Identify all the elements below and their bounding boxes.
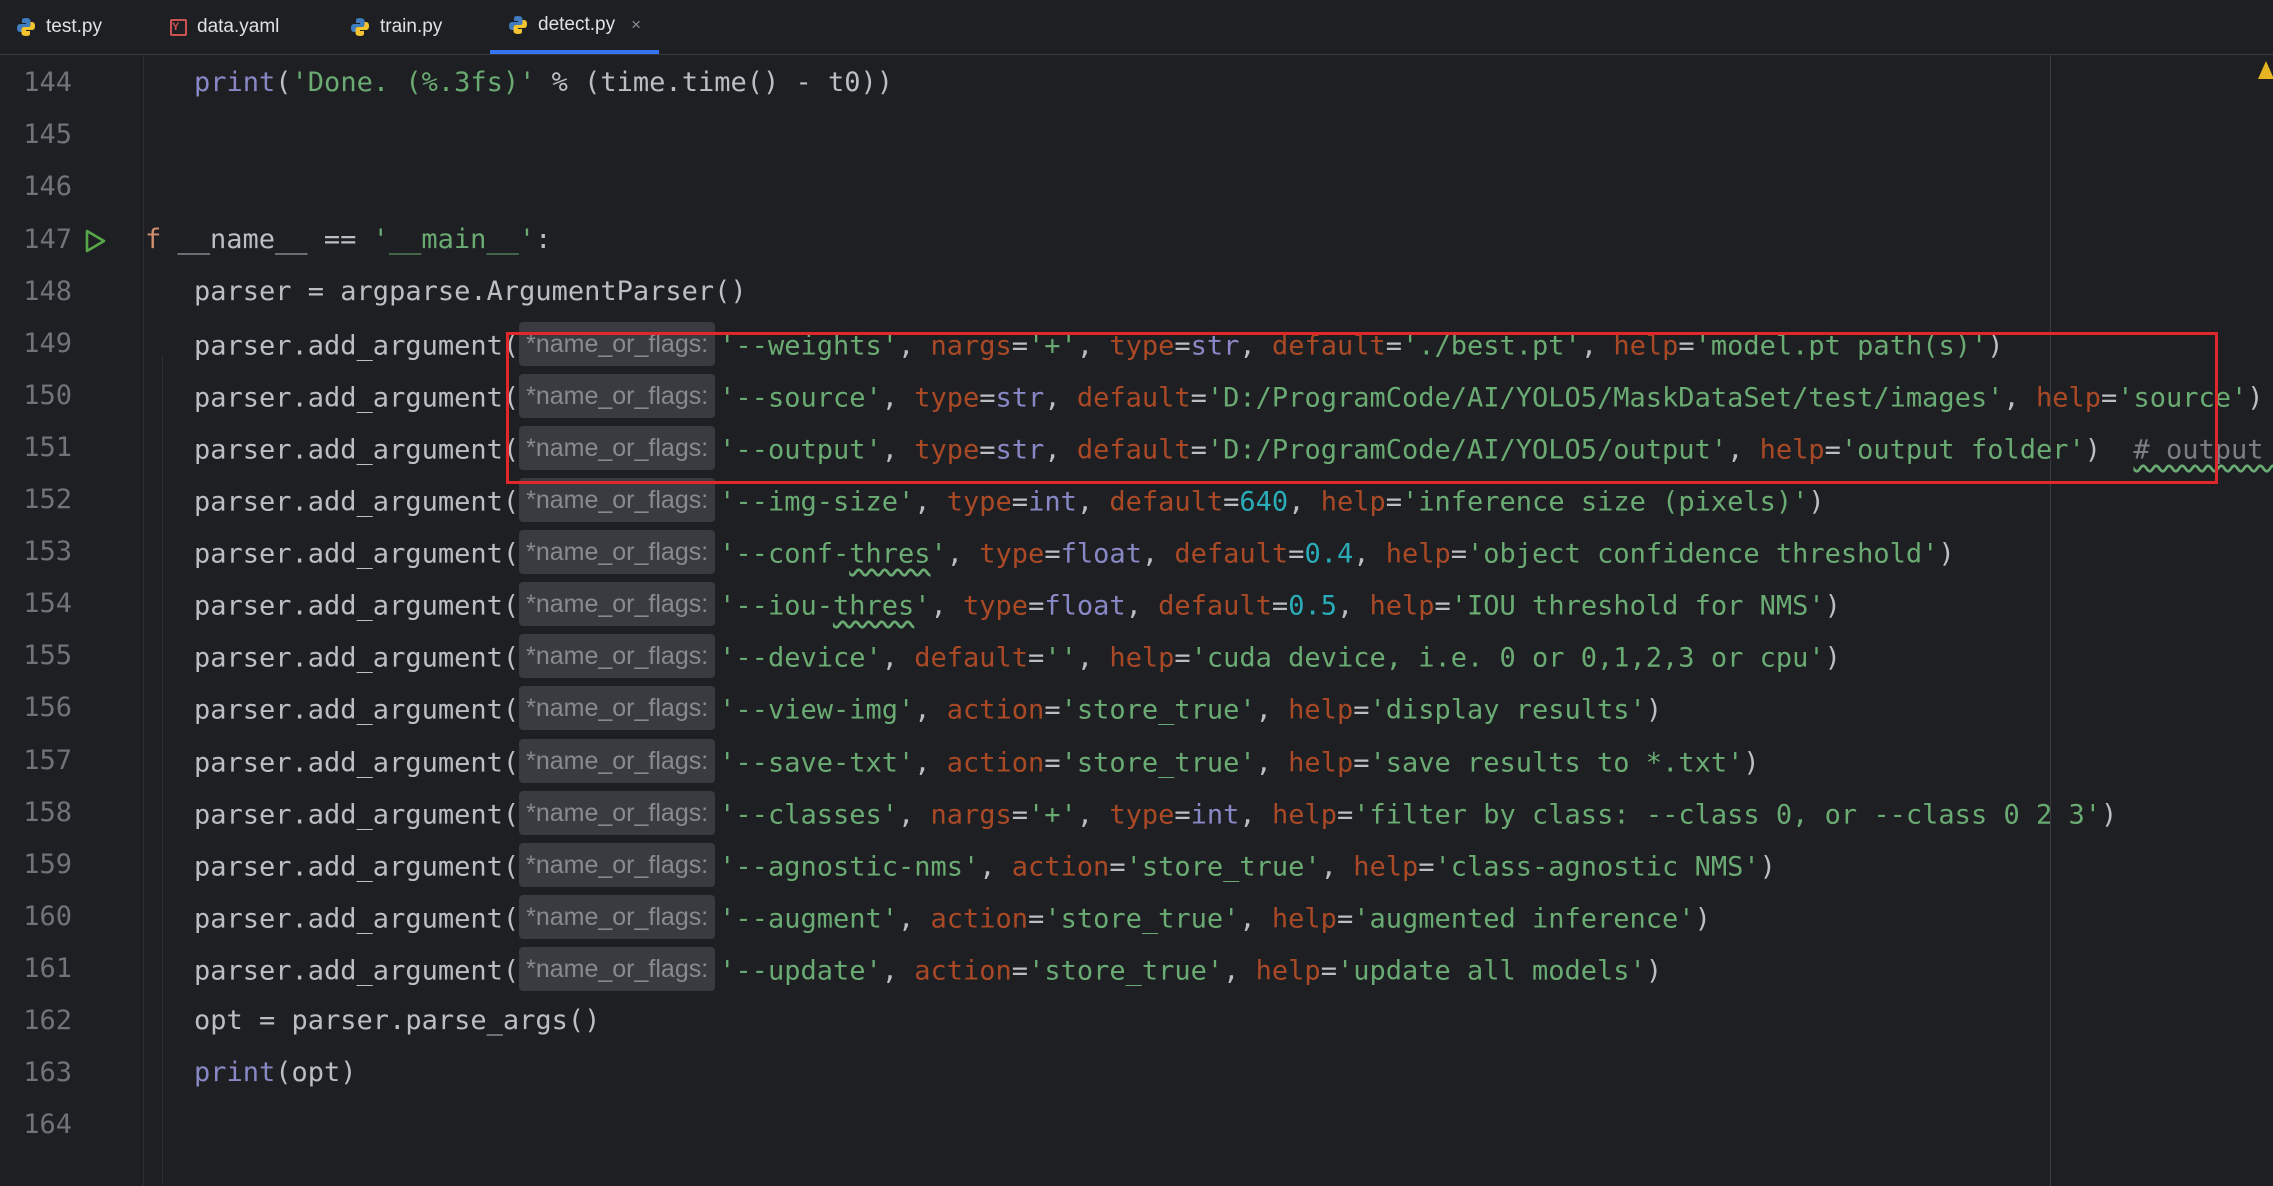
- parameter-hint: *name_or_flags:: [519, 634, 716, 678]
- code-editor[interactable]: 144 print('Done. (%.3fs)' % (time.time()…: [0, 55, 2273, 1186]
- line-number: 151: [23, 432, 72, 463]
- line-number: 153: [23, 536, 72, 567]
- line-number: 162: [23, 1005, 72, 1036]
- code-line: 147 f __name__ == '__main__':: [0, 214, 2273, 266]
- code-line: 156 parser.add_argument(*name_or_flags: '…: [0, 682, 2273, 734]
- parameter-hint: *name_or_flags:: [519, 478, 716, 522]
- code-text: print('Done. (%.3fs)' % (time.time() - t…: [194, 67, 894, 98]
- line-number: 161: [23, 953, 72, 984]
- line-number: 157: [23, 745, 72, 776]
- line-number: 156: [23, 692, 72, 723]
- line-number: 149: [23, 328, 72, 359]
- line-number: 164: [23, 1109, 72, 1140]
- code-text: f __name__ == '__main__':: [145, 224, 552, 255]
- tab-label: test.py: [46, 16, 102, 37]
- code-line: 153 parser.add_argument(*name_or_flags: '…: [0, 526, 2273, 578]
- run-icon[interactable]: [84, 229, 106, 253]
- parameter-hint: *name_or_flags:: [519, 791, 716, 835]
- tab-detect-py[interactable]: detect.py ×: [490, 0, 660, 54]
- code-line: 161 parser.add_argument(*name_or_flags: '…: [0, 943, 2273, 995]
- line-number: 163: [23, 1057, 72, 1088]
- tab-label: detect.py: [538, 14, 616, 35]
- line-number: 144: [23, 67, 72, 98]
- tab-data-yaml[interactable]: Y data.yaml: [170, 0, 279, 54]
- tab-train-py[interactable]: train.py: [350, 0, 442, 54]
- code-text: parser.add_argument(*name_or_flags: '--au…: [194, 895, 1711, 939]
- editor-tab-bar: test.py Y data.yaml train.py detect.py ×: [0, 0, 2273, 55]
- code-line: 163 print(opt): [0, 1047, 2273, 1099]
- code-text: parser.add_argument(*name_or_flags: '--co…: [194, 530, 1955, 574]
- line-number: 145: [23, 119, 72, 150]
- code-text: parser.add_argument(*name_or_flags: '--sa…: [194, 739, 1760, 783]
- tab-test-py[interactable]: test.py: [16, 0, 102, 54]
- code-text: parser.add_argument(*name_or_flags: '--cl…: [194, 791, 2117, 835]
- line-number: 152: [23, 484, 72, 515]
- code-line: 157 parser.add_argument(*name_or_flags: '…: [0, 735, 2273, 787]
- line-number: 154: [23, 588, 72, 619]
- line-number: 158: [23, 797, 72, 828]
- code-text: parser.add_argument(*name_or_flags: '--de…: [194, 634, 1841, 678]
- code-text: parser.add_argument(*name_or_flags: '--im…: [194, 478, 1825, 522]
- code-line: 145: [0, 109, 2273, 161]
- code-line: 164: [0, 1099, 2273, 1151]
- code-text: parser.add_argument(*name_or_flags: '--io…: [194, 582, 1841, 626]
- line-number: 159: [23, 849, 72, 880]
- line-number: 155: [23, 640, 72, 671]
- code-text: parser = argparse.ArgumentParser(): [194, 276, 747, 307]
- code-line: 148 parser = argparse.ArgumentParser(): [0, 266, 2273, 318]
- code-line: 159 parser.add_argument(*name_or_flags: '…: [0, 839, 2273, 891]
- parameter-hint: *name_or_flags:: [519, 739, 716, 783]
- parameter-hint: *name_or_flags:: [519, 582, 716, 626]
- code-line: 155 parser.add_argument(*name_or_flags: '…: [0, 630, 2273, 682]
- line-number: 150: [23, 380, 72, 411]
- code-text: opt = parser.parse_args(): [194, 1005, 601, 1036]
- annotation-highlight-box: [506, 332, 2218, 484]
- line-number: 148: [23, 276, 72, 307]
- code-text: parser.add_argument(*name_or_flags: '--ag…: [194, 843, 1776, 887]
- code-line: 160 parser.add_argument(*name_or_flags: '…: [0, 891, 2273, 943]
- parameter-hint: *name_or_flags:: [519, 895, 716, 939]
- yaml-file-icon: Y: [170, 18, 187, 36]
- parameter-hint: *name_or_flags:: [519, 530, 716, 574]
- line-number: 146: [23, 171, 72, 202]
- code-line: 158 parser.add_argument(*name_or_flags: '…: [0, 787, 2273, 839]
- python-file-icon: [350, 17, 370, 37]
- parameter-hint: *name_or_flags:: [519, 947, 716, 991]
- code-text: parser.add_argument(*name_or_flags: '--up…: [194, 947, 1662, 991]
- code-line: 154 parser.add_argument(*name_or_flags: '…: [0, 578, 2273, 630]
- code-line: 144 print('Done. (%.3fs)' % (time.time()…: [0, 57, 2273, 109]
- code-line: 146: [0, 161, 2273, 213]
- tab-label: data.yaml: [197, 16, 280, 37]
- tab-label: train.py: [380, 16, 443, 37]
- parameter-hint: *name_or_flags:: [519, 686, 716, 730]
- code-text: parser.add_argument(*name_or_flags: '--vi…: [194, 686, 1662, 730]
- code-line: 162 opt = parser.parse_args(): [0, 995, 2273, 1047]
- line-number: 147: [23, 224, 72, 255]
- line-number: 160: [23, 901, 72, 932]
- python-file-icon: [16, 17, 36, 37]
- parameter-hint: *name_or_flags:: [519, 843, 716, 887]
- close-icon[interactable]: ×: [631, 15, 641, 35]
- code-text: print(opt): [194, 1057, 357, 1088]
- python-file-icon: [508, 15, 528, 35]
